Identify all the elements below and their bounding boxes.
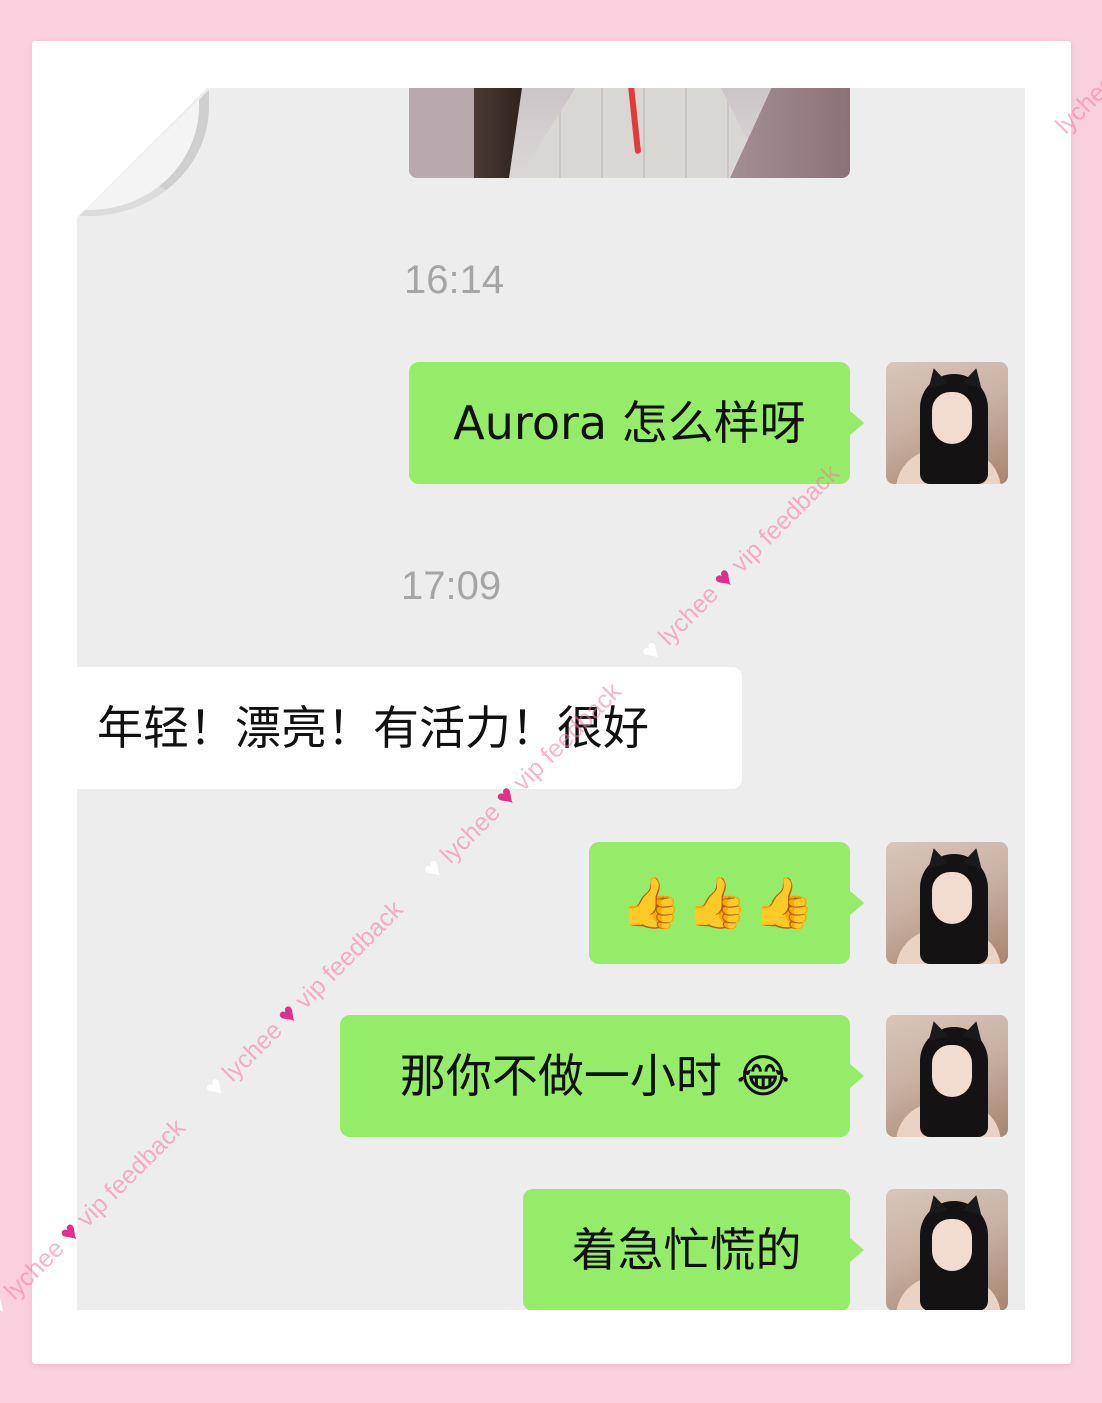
avatar[interactable] [886, 362, 1008, 484]
message-bubble-sent[interactable]: 那你不做一小时 😂 [340, 1015, 864, 1137]
message-bubble-sent[interactable]: Aurora 怎么样呀 [409, 362, 864, 484]
heart-icon: ♥ [0, 1288, 14, 1322]
avatar[interactable] [886, 1189, 1008, 1310]
message-bubble-sent[interactable]: 👍👍👍 [589, 842, 864, 964]
timestamp: 17:09 [401, 564, 502, 608]
message-text: 年轻！漂亮！有活力！很好 [97, 701, 649, 755]
image-message[interactable] [409, 88, 850, 178]
timestamp: 16:14 [404, 258, 505, 302]
message-text: 着急忙慌的 [571, 1223, 802, 1277]
avatar[interactable] [886, 1015, 1008, 1137]
chat-window: 16:14 Aurora 怎么样呀 17:09 年轻！漂亮！有活力！很好 👍👍👍… [77, 88, 1025, 1310]
message-text: 那你不做一小时 😂 [399, 1049, 791, 1103]
thumbs-up-icon: 👍👍👍 [620, 874, 819, 932]
message-bubble-received[interactable]: 年轻！漂亮！有活力！很好 [77, 667, 742, 789]
message-bubble-sent[interactable]: 着急忙慌的 [523, 1189, 864, 1310]
avatar[interactable] [886, 842, 1008, 964]
message-text: Aurora 怎么样呀 [453, 396, 806, 450]
